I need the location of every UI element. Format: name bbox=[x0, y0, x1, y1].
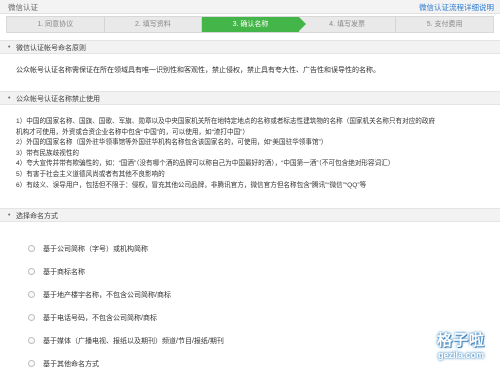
bullet-icon: • bbox=[8, 212, 11, 219]
progress-steps: 1. 同意协议 2. 填写资料 3. 确认名称 4. 填写发票 5. 支付费用 bbox=[6, 16, 494, 33]
section-heading: 微信认证帐号命名原则 bbox=[16, 45, 86, 52]
option-company-abbreviation[interactable]: 基于公司简称（字号）或机构简称 bbox=[28, 237, 224, 260]
rule-line: 6）有歧义、误导用户，包括但不限于：侵权，冒充其他公司品牌，非腾讯官方，微信官方… bbox=[16, 181, 367, 189]
step-fill-invoice: 4. 填写发票 bbox=[299, 17, 397, 32]
option-label: 基于电话号码，不包含公司简称/商标 bbox=[43, 314, 157, 322]
watermark-logo-text: 格子啦 bbox=[436, 332, 485, 349]
page-title: 微信认证 bbox=[8, 3, 38, 12]
site-watermark: 格子啦 gezila.com bbox=[424, 329, 498, 373]
radio-button[interactable] bbox=[28, 337, 35, 344]
option-real-estate[interactable]: 基于地产楼宇名称，不包含公司简称/商标 bbox=[28, 283, 224, 306]
radio-button[interactable] bbox=[28, 245, 35, 252]
step-fill-info: 2. 填写资料 bbox=[105, 17, 203, 32]
option-label: 基于商标名称 bbox=[43, 268, 85, 276]
option-phone-number[interactable]: 基于电话号码，不包含公司简称/商标 bbox=[28, 306, 224, 329]
bullet-icon: • bbox=[8, 95, 11, 102]
option-trademark[interactable]: 基于商标名称 bbox=[28, 260, 224, 283]
option-label: 基于公司简称（字号）或机构简称 bbox=[43, 245, 148, 253]
rule-line: 1）中国的国家名称、国旗、国歌、军旗、勋章以及中央国家机关所在地特定地点的名称或… bbox=[16, 118, 436, 125]
option-label: 基于其他命名方式 bbox=[43, 360, 99, 368]
watermark-domain: gezila.com bbox=[437, 350, 484, 360]
top-bar: 微信认证 微信认证流程详细说明 bbox=[0, 0, 500, 14]
forbidden-rules-list: 1）中国的国家名称、国旗、国歌、军旗、勋章以及中央国家机关所在地特定地点的名称或… bbox=[16, 117, 486, 191]
naming-principle-text: 公众帐号认证名称需保证在所在领域具有唯一识别性和客观性，禁止侵权，禁止具有夸大性… bbox=[16, 67, 380, 74]
step-agree-protocol: 1. 同意协议 bbox=[7, 17, 105, 32]
section-forbidden-header: • 公众帐号认证名称禁止使用 bbox=[0, 91, 500, 105]
option-label: 基于地产楼宇名称，不包含公司简称/商标 bbox=[43, 291, 171, 299]
rule-line: 4）夸大宣传并带有欺骗性的，如：“国酒”（没有哪个酒的品牌可以称自己为中国最好的… bbox=[16, 160, 395, 168]
naming-method-options: 基于公司简称（字号）或机构简称 基于商标名称 基于地产楼宇名称，不包含公司简称/… bbox=[28, 237, 224, 375]
section-heading: 选择命名方式 bbox=[16, 213, 58, 220]
help-link[interactable]: 微信认证流程详细说明 bbox=[419, 2, 494, 13]
rule-line: 机构才可使用，外资或合资企业名称中包含“中国”的，可以使用，如“渣打中国”） bbox=[16, 128, 249, 136]
radio-button[interactable] bbox=[28, 268, 35, 275]
option-media[interactable]: 基于媒体（广播电视、报纸以及期刊）频道/节目/报纸/期刊 bbox=[28, 329, 224, 352]
step-confirm-name: 3. 确认名称 bbox=[202, 17, 306, 32]
bullet-icon: • bbox=[8, 44, 11, 51]
section-naming-principle-header: • 微信认证帐号命名原则 bbox=[0, 40, 500, 54]
radio-button[interactable] bbox=[28, 314, 35, 321]
step-pay-fee: 5. 支付费用 bbox=[426, 21, 463, 28]
rule-line: 5）有害于社会主义道德风尚或者有其他不良影响的 bbox=[16, 170, 165, 178]
radio-button[interactable] bbox=[28, 360, 35, 367]
option-other[interactable]: 基于其他命名方式 bbox=[28, 352, 224, 375]
option-label: 基于媒体（广播电视、报纸以及期刊）频道/节目/报纸/期刊 bbox=[43, 337, 224, 345]
radio-button[interactable] bbox=[28, 291, 35, 298]
rule-line: 2）外国的国家名称（国外驻华领事馆等外国驻华机构名称包含该国家名的，可使用，如“… bbox=[16, 139, 328, 147]
section-naming-method-header: • 选择命名方式 bbox=[0, 208, 500, 222]
rule-line: 3）带有民族歧视性的 bbox=[16, 149, 80, 157]
section-heading: 公众帐号认证名称禁止使用 bbox=[16, 96, 100, 103]
